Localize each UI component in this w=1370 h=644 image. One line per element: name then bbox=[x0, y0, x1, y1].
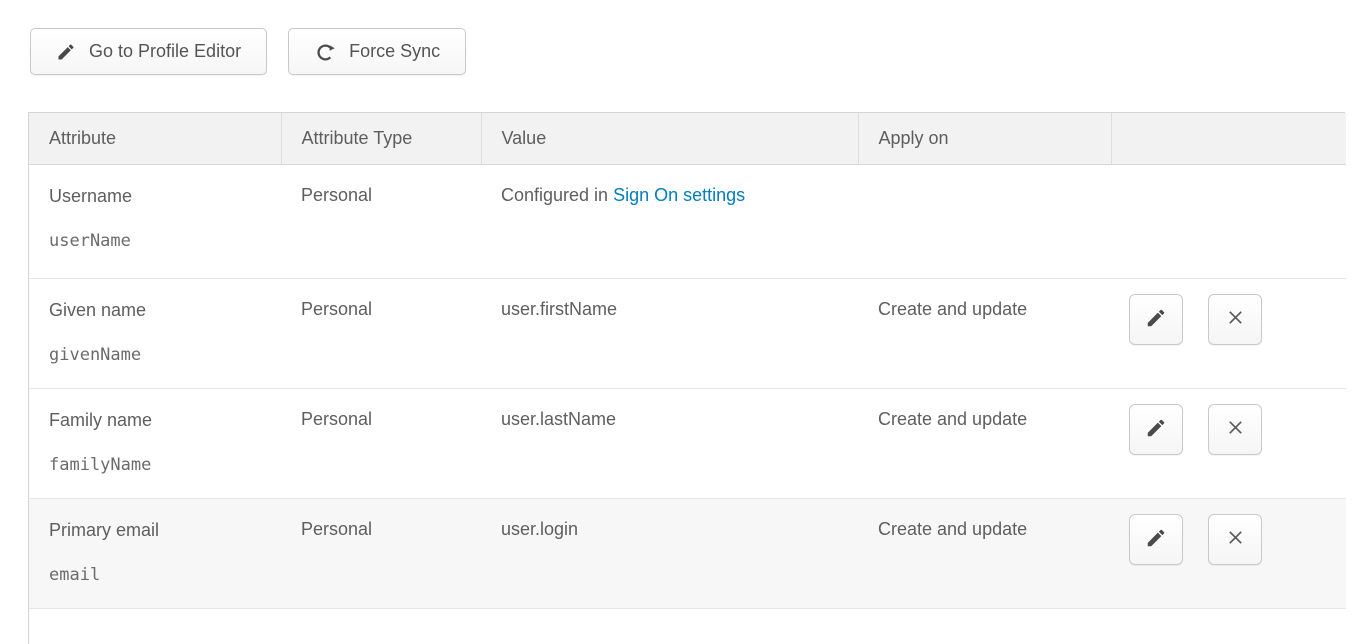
cell-apply-on bbox=[858, 164, 1111, 278]
cell-actions bbox=[1111, 164, 1346, 278]
attribute-label: Family name bbox=[49, 409, 281, 431]
cell-attribute-type: Personal bbox=[281, 164, 481, 278]
cell-attribute-type: Personal bbox=[281, 498, 481, 608]
attribute-mappings-table: Attribute Attribute Type Value Apply on … bbox=[28, 112, 1345, 644]
attribute-label: Given name bbox=[49, 299, 281, 321]
column-header-apply-on: Apply on bbox=[858, 113, 1111, 164]
edit-attribute-button[interactable] bbox=[1129, 514, 1183, 565]
pencil-icon bbox=[1145, 417, 1167, 442]
cell-actions bbox=[1111, 388, 1346, 498]
cell-attribute: Family name familyName bbox=[29, 388, 281, 498]
force-sync-label: Force Sync bbox=[349, 41, 440, 62]
sign-on-settings-link[interactable]: Sign On settings bbox=[613, 185, 745, 205]
pencil-icon bbox=[1145, 307, 1167, 332]
cell-apply-on: Create and update bbox=[858, 388, 1111, 498]
table-row: Family name familyName Personal user.las… bbox=[29, 388, 1346, 498]
cell-actions bbox=[1111, 278, 1346, 388]
column-header-attribute-type: Attribute Type bbox=[281, 113, 481, 164]
attribute-variable-name: userName bbox=[49, 230, 281, 252]
cell-value: Configured in Sign On settings bbox=[481, 164, 858, 278]
table-row: Primary email email Personal user.login … bbox=[29, 498, 1346, 608]
attribute-label: Primary email bbox=[49, 519, 281, 541]
pencil-icon bbox=[1145, 527, 1167, 552]
pencil-icon bbox=[56, 42, 76, 62]
attribute-variable-name: email bbox=[49, 564, 281, 586]
refresh-icon bbox=[314, 41, 336, 63]
cell-actions bbox=[1111, 498, 1346, 608]
cell-apply-on: Create and update bbox=[858, 278, 1111, 388]
cell-attribute: Given name givenName bbox=[29, 278, 281, 388]
go-to-profile-editor-label: Go to Profile Editor bbox=[89, 41, 241, 62]
table-row: Username userName Personal Configured in… bbox=[29, 164, 1346, 278]
cell-value: user.login bbox=[481, 498, 858, 608]
cell-value: user.lastName bbox=[481, 388, 858, 498]
attribute-label: Username bbox=[49, 185, 281, 207]
cell-attribute: Username userName bbox=[29, 164, 281, 278]
cell-apply-on: Create and update bbox=[858, 498, 1111, 608]
edit-attribute-button[interactable] bbox=[1129, 404, 1183, 455]
cell-attribute: Primary email email bbox=[29, 498, 281, 608]
column-header-value: Value bbox=[481, 113, 858, 164]
edit-attribute-button[interactable] bbox=[1129, 294, 1183, 345]
cell-attribute-type: Personal bbox=[281, 388, 481, 498]
empty-cell bbox=[29, 608, 1346, 644]
force-sync-button[interactable]: Force Sync bbox=[288, 28, 466, 75]
attribute-mappings-page: Go to Profile Editor Force Sync bbox=[0, 0, 1370, 644]
delete-attribute-button[interactable] bbox=[1208, 294, 1262, 345]
table-row: Given name givenName Personal user.first… bbox=[29, 278, 1346, 388]
column-header-actions bbox=[1111, 113, 1346, 164]
toolbar: Go to Profile Editor Force Sync bbox=[0, 0, 1370, 75]
delete-attribute-button[interactable] bbox=[1208, 514, 1262, 565]
attribute-variable-name: familyName bbox=[49, 454, 281, 476]
value-prefix-text: Configured in bbox=[501, 185, 608, 205]
close-icon bbox=[1225, 527, 1246, 551]
cell-attribute-type: Personal bbox=[281, 278, 481, 388]
column-header-attribute: Attribute bbox=[29, 113, 281, 164]
close-icon bbox=[1225, 417, 1246, 441]
attribute-variable-name: givenName bbox=[49, 344, 281, 366]
table-header: Attribute Attribute Type Value Apply on bbox=[29, 113, 1346, 164]
empty-row bbox=[29, 608, 1346, 644]
delete-attribute-button[interactable] bbox=[1208, 404, 1262, 455]
go-to-profile-editor-button[interactable]: Go to Profile Editor bbox=[30, 28, 267, 75]
cell-value: user.firstName bbox=[481, 278, 858, 388]
close-icon bbox=[1225, 307, 1246, 331]
